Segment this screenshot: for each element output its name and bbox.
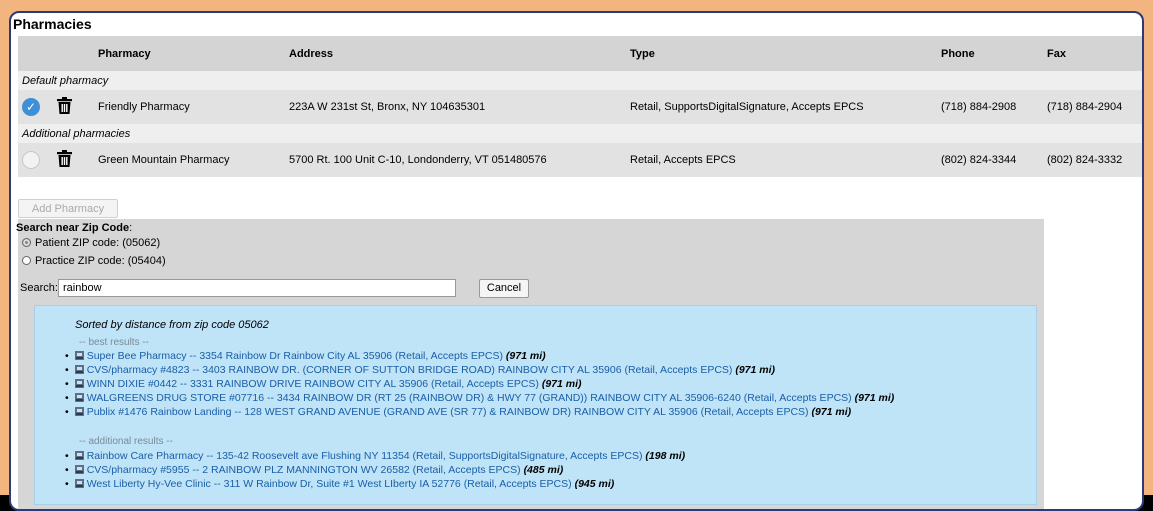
col-address: Address	[289, 36, 630, 71]
pharmacy-name: Green Mountain Pharmacy	[98, 143, 289, 177]
result-text: Super Bee Pharmacy -- 3354 Rainbow Dr Ra…	[86, 350, 503, 362]
search-input[interactable]	[58, 279, 456, 297]
trash-icon[interactable]	[57, 97, 73, 117]
section-default: Default pharmacy	[18, 71, 1142, 90]
col-phone: Phone	[941, 36, 1047, 71]
col-pharmacy: Pharmacy	[98, 36, 289, 71]
row-actions	[18, 143, 98, 177]
result-distance: (485 mi)	[523, 464, 564, 476]
result-text: WINN DIXIE #0442 -- 3331 RAINBOW DRIVE R…	[86, 378, 539, 390]
pharmacies-table: Pharmacy Address Type Phone Fax Default …	[18, 36, 1142, 177]
table-header: Pharmacy Address Type Phone Fax	[18, 36, 1142, 71]
pharmacy-icon	[74, 407, 84, 416]
patient-zip-label: Patient ZIP code: (05062)	[35, 237, 161, 249]
result-text: CVS/pharmacy #5955 -- 2 RAINBOW PLZ MANN…	[86, 464, 521, 476]
search-heading: Search near Zip Code:	[16, 222, 132, 234]
result-item[interactable]: • CVS/pharmacy #4823 -- 3403 RAINBOW DR. …	[65, 364, 775, 376]
result-distance: (971 mi)	[541, 378, 582, 390]
result-distance: (971 mi)	[735, 364, 776, 376]
additional-results-label: -- additional results --	[79, 436, 173, 447]
add-pharmacy-button[interactable]: Add Pharmacy	[18, 199, 118, 218]
practice-zip-option[interactable]: Practice ZIP code: (05404)	[22, 255, 166, 267]
pharmacy-type: Retail, SupportsDigitalSignature, Accept…	[630, 90, 941, 124]
page-title: Pharmacies	[13, 16, 92, 32]
result-item[interactable]: • Rainbow Care Pharmacy -- 135-42 Rooseve…	[65, 450, 685, 462]
practice-zip-label: Practice ZIP code: (05404)	[35, 255, 166, 267]
result-distance: (198 mi)	[645, 450, 686, 462]
result-text: West Liberty Hy-Vee Clinic -- 311 W Rain…	[86, 478, 572, 490]
result-item[interactable]: • WALGREENS DRUG STORE #07716 -- 3434 RAI…	[65, 392, 894, 404]
pharmacy-icon	[74, 365, 84, 374]
pharmacy-phone: (718) 884-2908	[941, 90, 1047, 124]
bullet: •	[65, 378, 69, 390]
result-item[interactable]: • Publix #1476 Rainbow Landing -- 128 WES…	[65, 406, 851, 418]
result-item[interactable]: • CVS/pharmacy #5955 -- 2 RAINBOW PLZ MAN…	[65, 464, 563, 476]
search-heading-colon: :	[129, 222, 133, 234]
bullet: •	[65, 450, 69, 462]
pharmacy-name: Friendly Pharmacy	[98, 90, 289, 124]
patient-zip-option[interactable]: Patient ZIP code: (05062)	[22, 237, 160, 249]
result-distance: (971 mi)	[854, 392, 895, 404]
col-fax: Fax	[1047, 36, 1142, 71]
header-spacer	[18, 36, 98, 71]
pharmacy-icon	[74, 351, 84, 360]
result-item[interactable]: • Super Bee Pharmacy -- 3354 Rainbow Dr R…	[65, 350, 546, 362]
pharmacy-phone: (802) 824-3344	[941, 143, 1047, 177]
result-text: WALGREENS DRUG STORE #07716 -- 3434 RAIN…	[86, 392, 852, 404]
bullet: •	[65, 406, 69, 418]
trash-icon[interactable]	[57, 150, 73, 170]
pharmacy-icon	[74, 479, 84, 488]
result-distance: (945 mi)	[574, 478, 615, 490]
bullet: •	[65, 364, 69, 376]
radio-unselected-icon[interactable]	[22, 256, 31, 265]
orange-frame: Pharmacies Pharmacy Address Type Phone F…	[0, 0, 1153, 511]
sorted-caption: Sorted by distance from zip code 05062	[75, 319, 269, 331]
result-distance: (971 mi)	[505, 350, 546, 362]
pharmacy-address: 223A W 231st St, Bronx, NY 104635301	[289, 90, 630, 124]
bullet: •	[65, 464, 69, 476]
section-label: Additional pharmacies	[18, 124, 1142, 143]
col-type: Type	[630, 36, 941, 71]
table-row: Green Mountain Pharmacy 5700 Rt. 100 Uni…	[18, 143, 1142, 177]
pharmacy-address: 5700 Rt. 100 Unit C-10, Londonderry, VT …	[289, 143, 630, 177]
result-item[interactable]: • WINN DIXIE #0442 -- 3331 RAINBOW DRIVE …	[65, 378, 582, 390]
pharmacy-type: Retail, Accepts EPCS	[630, 143, 941, 177]
section-additional: Additional pharmacies	[18, 124, 1142, 143]
result-item[interactable]: • West Liberty Hy-Vee Clinic -- 311 W Rai…	[65, 478, 614, 490]
pharmacy-fax: (718) 884-2904	[1047, 90, 1142, 124]
cancel-button[interactable]: Cancel	[479, 279, 529, 298]
result-distance: (971 mi)	[811, 406, 852, 418]
pharmacy-fax: (802) 824-3332	[1047, 143, 1142, 177]
result-text: CVS/pharmacy #4823 -- 3403 RAINBOW DR. (…	[86, 364, 733, 376]
bullet: •	[65, 478, 69, 490]
search-label: Search:	[20, 282, 58, 294]
pharmacy-icon	[74, 451, 84, 460]
bullet: •	[65, 350, 69, 362]
pharmacy-icon	[74, 393, 84, 402]
bullet: •	[65, 392, 69, 404]
radio-selected-icon[interactable]	[22, 238, 31, 247]
result-text: Publix #1476 Rainbow Landing -- 128 WEST…	[86, 406, 809, 418]
pharmacy-icon	[74, 465, 84, 474]
table-row: ✓ Friendly Pharmacy 223A W 231st St, Bro…	[18, 90, 1142, 124]
row-actions: ✓	[18, 90, 98, 124]
section-label: Default pharmacy	[18, 71, 1142, 90]
pharmacy-icon	[74, 379, 84, 388]
best-results-label: -- best results --	[79, 337, 150, 348]
result-text: Rainbow Care Pharmacy -- 135-42 Roosevel…	[86, 450, 643, 462]
set-default-radio[interactable]	[22, 151, 40, 169]
default-check-icon[interactable]: ✓	[22, 98, 40, 116]
search-heading-text: Search near Zip Code	[16, 222, 130, 234]
